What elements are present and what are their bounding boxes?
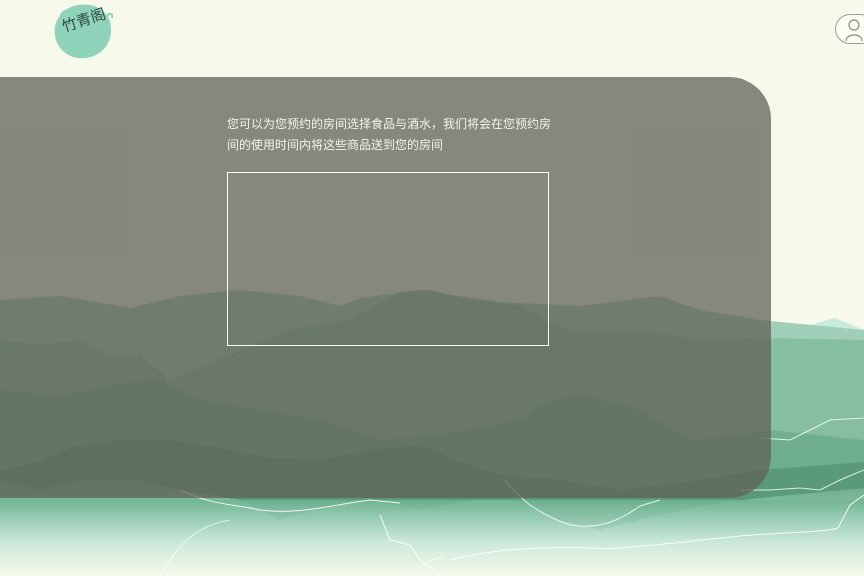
logo[interactable]: 竹青阁 [52, 2, 114, 60]
user-profile-button[interactable] [835, 14, 864, 44]
order-selection-box[interactable] [227, 172, 549, 346]
user-profile-icon [845, 19, 863, 42]
page: 竹青阁 您可以为您预约的房间选择食品与酒水，我们将会在您预约房间的使用时间内将这… [0, 0, 864, 576]
intro-text: 您可以为您预约的房间选择食品与酒水，我们将会在您预约房间的使用时间内将这些商品送… [227, 117, 552, 152]
